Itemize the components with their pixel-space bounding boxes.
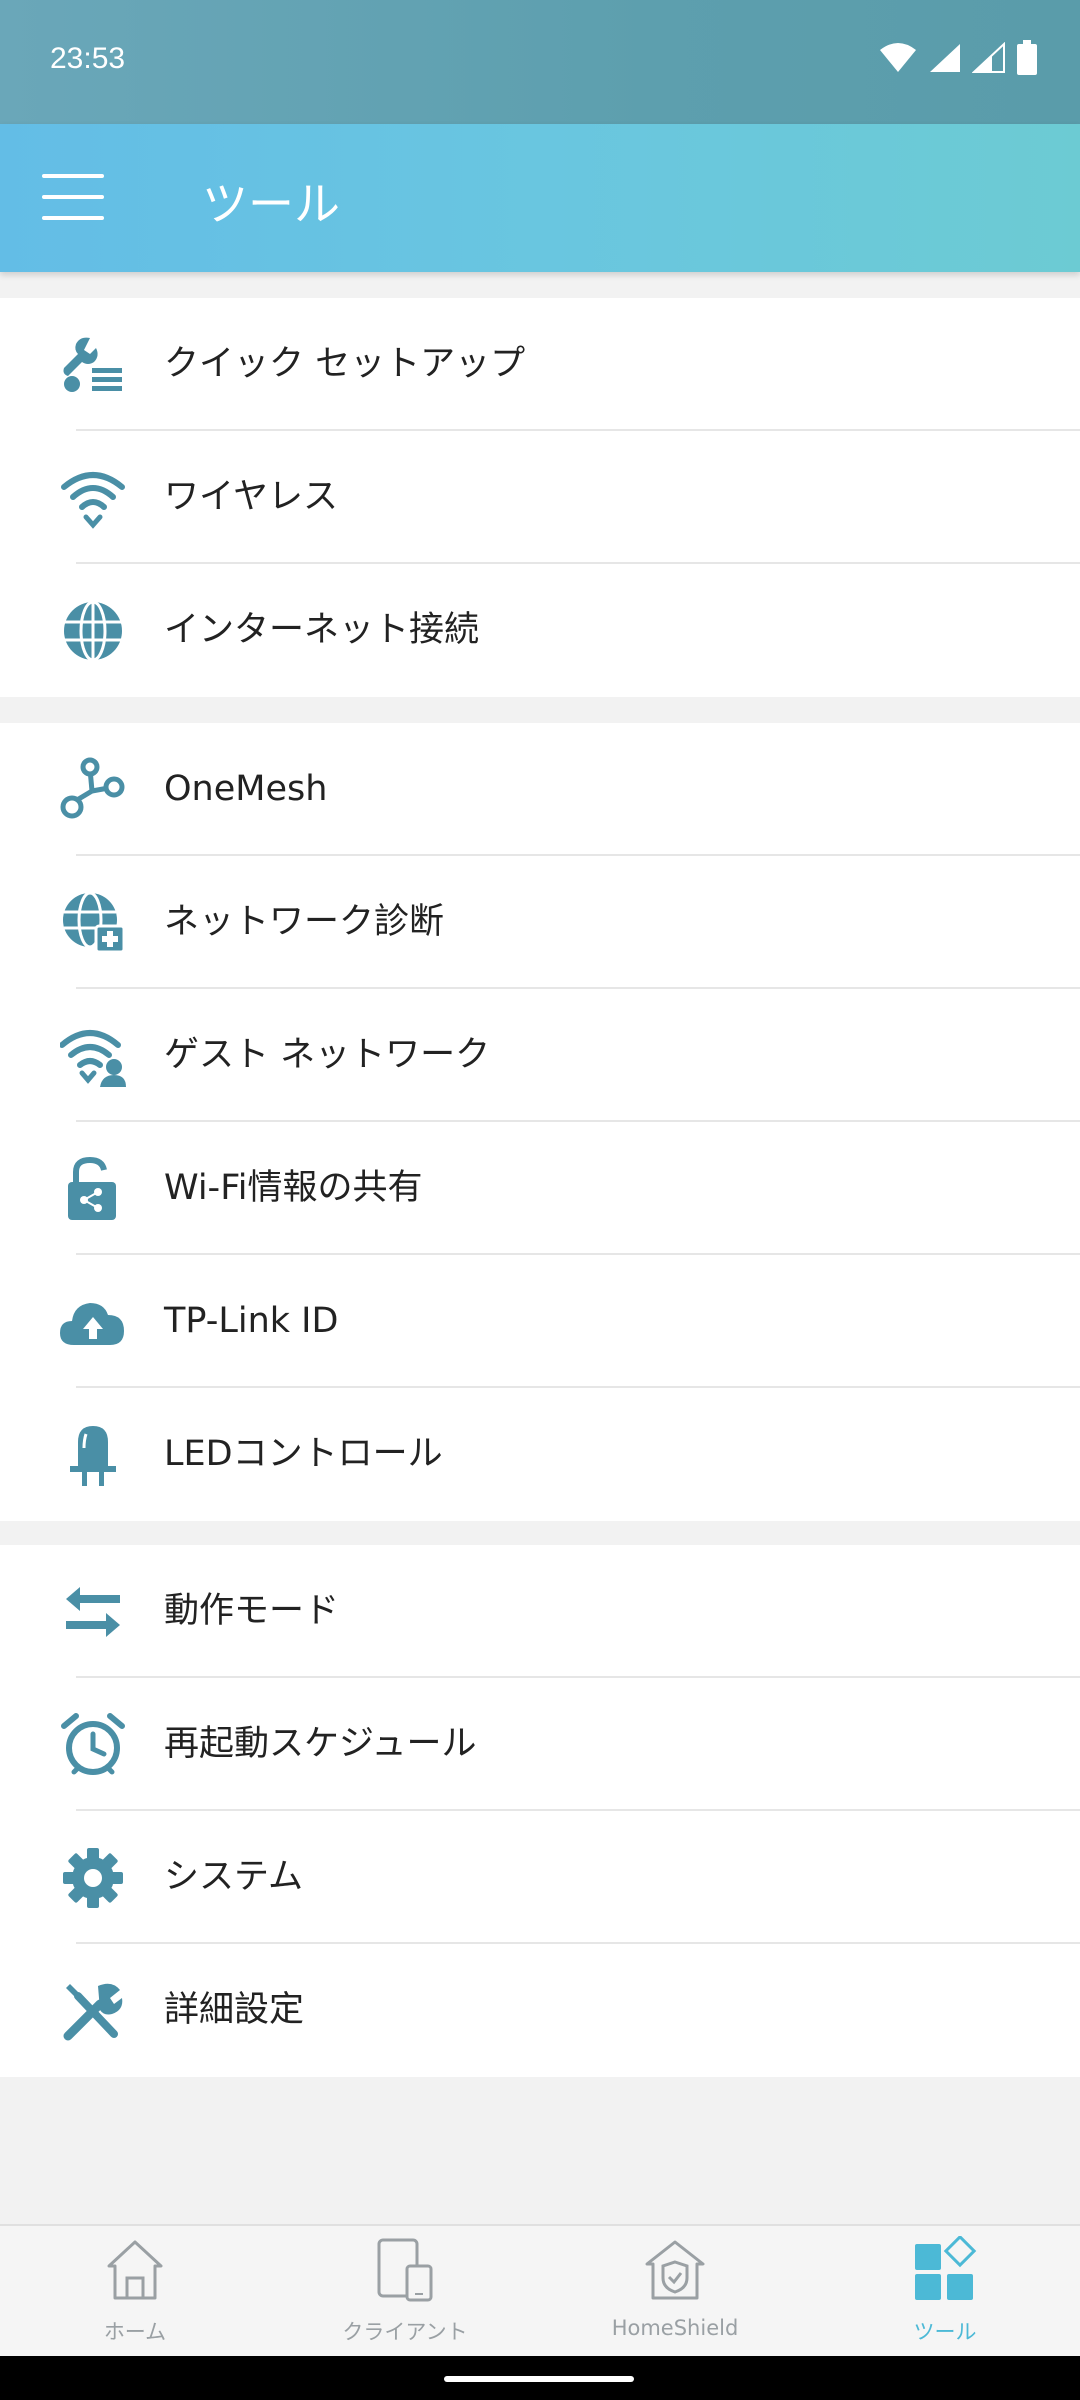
swap-arrows-icon	[66, 1587, 120, 1637]
page-title: ツール	[202, 177, 340, 231]
gear-icon	[63, 1848, 123, 1908]
menu-item-label: TP-Link ID	[164, 1301, 339, 1341]
menu-item-tplink-id[interactable]: TP-Link ID	[0, 1255, 1080, 1388]
wrench-list-icon	[63, 337, 122, 392]
menu-item-led-control[interactable]: LEDコントロール	[0, 1388, 1080, 1521]
tools-grid-icon	[915, 2236, 977, 2300]
wifi-signal-icon	[880, 43, 916, 72]
app-bar: ツール	[0, 124, 1080, 272]
menu-item-guest-network[interactable]: ゲスト ネットワーク	[0, 989, 1080, 1122]
menu-item-label: システム	[164, 1857, 303, 1897]
nav-clients[interactable]: クライアント	[270, 2226, 540, 2358]
status-time: 23:53	[50, 42, 126, 75]
battery-icon	[1017, 40, 1037, 75]
cell-signal-2-icon	[972, 42, 1005, 73]
nav-tools[interactable]: ツール	[810, 2226, 1080, 2358]
menu-item-quick-setup[interactable]: クイック セットアップ	[0, 298, 1080, 431]
menu-item-label: 再起動スケジュール	[164, 1724, 477, 1764]
unlock-share-icon	[68, 1156, 116, 1220]
shield-house-icon	[645, 2240, 705, 2300]
menu-item-label: ゲスト ネットワーク	[164, 1035, 491, 1075]
globe-icon	[64, 600, 122, 662]
menu-item-wifi-share[interactable]: Wi-Fi情報の共有	[0, 1122, 1080, 1255]
devices-icon	[377, 2238, 433, 2302]
alarm-clock-icon	[61, 1713, 125, 1775]
tools-icon	[63, 1983, 123, 2041]
menu-item-onemesh[interactable]: OneMesh	[0, 723, 1080, 856]
status-bar: 23:53	[0, 0, 1080, 124]
nav-label: ホーム	[103, 2320, 167, 2344]
menu-item-label: Wi-Fi情報の共有	[164, 1168, 423, 1208]
menu-item-label: OneMesh	[164, 769, 328, 809]
menu-item-label: クイック セットアップ	[164, 344, 526, 384]
cloud-upload-icon	[60, 1303, 124, 1345]
menu-item-operation-mode[interactable]: 動作モード	[0, 1545, 1080, 1678]
nav-homeshield[interactable]: HomeShield	[540, 2226, 810, 2358]
globe-medical-icon	[63, 891, 126, 954]
status-icons	[878, 40, 1038, 76]
nav-label: HomeShield	[611, 2316, 739, 2340]
menu-item-label: 動作モード	[164, 1591, 340, 1631]
menu-item-label: LEDコントロール	[164, 1434, 443, 1474]
home-icon	[107, 2240, 163, 2300]
nav-label: クライアント	[342, 2320, 468, 2344]
nav-home[interactable]: ホーム	[0, 2226, 270, 2358]
menu-item-internet[interactable]: インターネット接続	[0, 564, 1080, 697]
system-navigation-bar	[0, 2356, 1080, 2400]
settings-group-basic: クイック セットアップ ワイヤレス インターネット接続	[0, 298, 1080, 697]
wifi-icon	[61, 472, 125, 529]
cell-signal-icon	[930, 44, 960, 72]
settings-group-system: 動作モード 再起動スケジュール システム 詳細設定	[0, 1545, 1080, 2077]
menu-item-label: インターネット接続	[164, 610, 480, 650]
wifi-guest-icon	[60, 1030, 126, 1087]
mesh-nodes-icon	[60, 757, 125, 819]
led-icon	[70, 1426, 116, 1486]
bottom-navigation: ホーム クライアント HomeShield ツール	[0, 2224, 1080, 2358]
settings-group-network: OneMesh ネットワーク診断 ゲスト ネットワーク Wi-Fi情報の共有 T…	[0, 723, 1080, 1521]
menu-item-system[interactable]: システム	[0, 1811, 1080, 1944]
menu-item-label: ネットワーク診断	[164, 902, 445, 942]
menu-item-label: 詳細設定	[164, 1990, 305, 2030]
menu-item-label: ワイヤレス	[164, 477, 338, 517]
menu-item-advanced-settings[interactable]: 詳細設定	[0, 1944, 1080, 2077]
menu-button[interactable]	[42, 174, 104, 222]
nav-label: ツール	[913, 2320, 977, 2344]
menu-item-reboot-schedule[interactable]: 再起動スケジュール	[0, 1678, 1080, 1811]
home-indicator[interactable]	[444, 2376, 634, 2382]
menu-item-network-diagnostics[interactable]: ネットワーク診断	[0, 856, 1080, 989]
menu-item-wireless[interactable]: ワイヤレス	[0, 431, 1080, 564]
